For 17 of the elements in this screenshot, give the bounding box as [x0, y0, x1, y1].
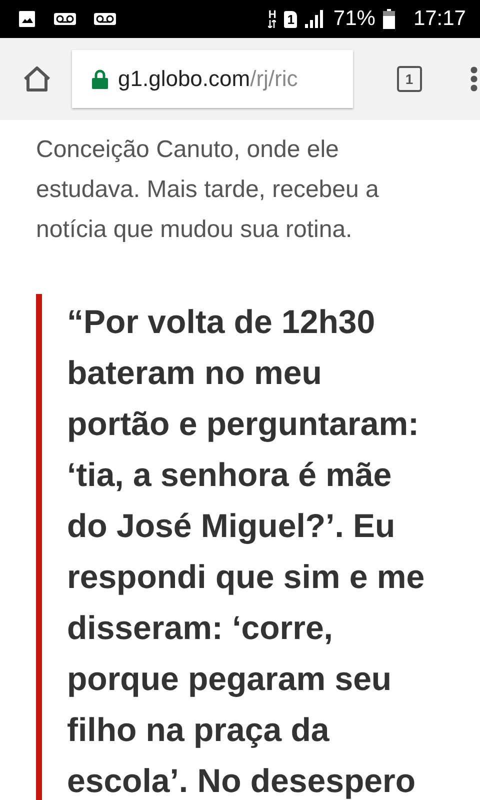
voicemail-icon: [54, 13, 76, 25]
signal-icon: [305, 10, 326, 28]
address-bar[interactable]: g1.globo.com/rj/ric: [72, 50, 353, 108]
article-paragraph: Conceição Canuto, onde ele estudava. Mais tarde, recebeu a notícia que mudou sua rotina.: [36, 135, 380, 245]
data-arrows-icon: [268, 20, 276, 28]
tab-switcher-button[interactable]: 1: [396, 66, 422, 92]
pull-quote: “Por volta de 12h30 bateram no meu portão e perguntaram: ‘tia, a senhora é mãe do José Miguel?’. Eu respondi que sim e me disseram: ‘corre, porque pegaram seu filho na praça da escola’. No desespero: [36, 294, 480, 800]
home-button[interactable]: [22, 65, 52, 93]
network-type: H: [268, 10, 276, 28]
battery-percent: 71%: [333, 7, 376, 31]
clock: 17:17: [413, 7, 466, 31]
picture-icon: [18, 10, 36, 28]
battery-icon: [383, 9, 396, 29]
url-text: g1.globo.com/rj/ric: [118, 66, 298, 92]
menu-button[interactable]: [468, 64, 480, 94]
sim-icon: 1: [284, 10, 298, 28]
voicemail-icon: [94, 13, 116, 25]
